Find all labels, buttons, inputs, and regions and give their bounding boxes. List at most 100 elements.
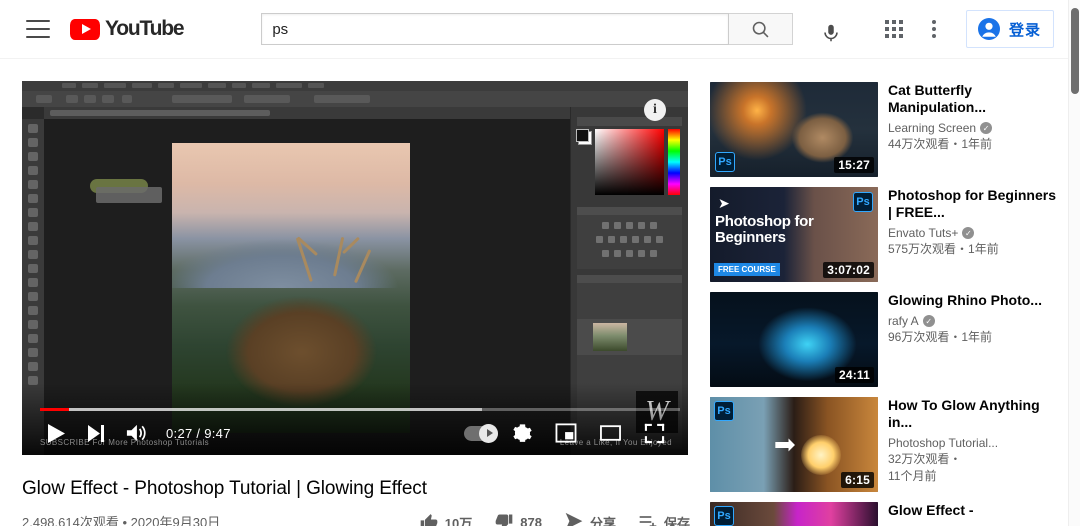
photo-antlers: [301, 166, 396, 282]
ps-color-ramp: [595, 129, 664, 195]
fullscreen-button[interactable]: [634, 413, 674, 453]
save-button[interactable]: 保存: [638, 512, 690, 526]
video-duration: 24:11: [835, 367, 874, 383]
like-count: 10万: [445, 513, 472, 526]
search-icon: [750, 19, 771, 40]
header-right-controls: 登录: [874, 9, 1054, 49]
autoplay-toggle[interactable]: [464, 426, 498, 441]
gear-icon: [512, 423, 533, 444]
ps-color-swatch: [578, 131, 592, 145]
next-icon: [88, 425, 105, 442]
controls-row: 0:27 / 9:47: [22, 411, 688, 455]
thumbs-up-icon: [419, 512, 439, 526]
ps-options-bar: [22, 91, 688, 107]
sign-in-label: 登录: [1009, 19, 1041, 40]
video-duration: 3:07:02: [823, 262, 874, 278]
microphone-icon: [820, 22, 842, 44]
sign-in-button[interactable]: 登录: [966, 10, 1054, 48]
video-title: Glow Effect - Photoshop Tutorial | Glowi…: [22, 478, 690, 500]
video-info: Cat Butterfly Manipulation... Learning S…: [888, 82, 1060, 177]
save-label: 保存: [664, 513, 690, 526]
share-icon: [564, 512, 584, 526]
video-stats: 32万次观看・: [888, 452, 1060, 467]
channel-name: Envato Tuts+: [888, 226, 958, 240]
settings-button[interactable]: [502, 413, 542, 453]
video-action-buttons: 10万 878 分享: [419, 512, 690, 526]
photoshop-badge-icon: Ps: [715, 152, 735, 172]
video-thumbnail[interactable]: ➡ Ps 6:15: [710, 397, 878, 492]
miniplayer-button[interactable]: [546, 413, 586, 453]
theater-mode-button[interactable]: [590, 413, 630, 453]
cursor-icon: ➤: [718, 195, 730, 212]
ps-color-panel: [577, 117, 682, 201]
ps-tooltip: [96, 187, 162, 203]
masthead-header: YouTube: [0, 0, 1068, 59]
video-info: Photoshop for Beginners | FREE... Envato…: [888, 187, 1060, 282]
ps-hue-strip: [668, 129, 680, 195]
ps-menu-bar: [22, 81, 688, 91]
more-options-button[interactable]: [914, 9, 954, 49]
voice-search-button[interactable]: [811, 13, 851, 53]
channel-row[interactable]: Photoshop Tutorial...: [888, 436, 1060, 450]
youtube-logo-text: YouTube: [105, 17, 183, 41]
photoshop-badge-icon: Ps: [714, 401, 734, 421]
video-duration: 15:27: [834, 157, 874, 173]
thumbnail-art: [710, 502, 878, 526]
channel-name: Learning Screen: [888, 121, 976, 135]
video-meta-row: 2,498,614次观看 • 2020年9月30日 10万 878 分享: [22, 512, 690, 526]
video-thumbnail[interactable]: Ps: [710, 502, 878, 526]
video-info-card-icon[interactable]: i: [644, 99, 666, 121]
video-view-count-and-date: 2,498,614次观看 • 2020年9月30日: [22, 512, 220, 526]
vertical-dots-icon: [932, 20, 936, 38]
search-button[interactable]: [729, 13, 793, 45]
youtube-apps-button[interactable]: [874, 9, 914, 49]
youtube-watch-page: YouTube: [0, 0, 1080, 526]
scrollbar-thumb[interactable]: [1071, 8, 1079, 94]
related-video-item[interactable]: ➤ Photoshop for Beginners FREE COURSE Ps…: [710, 187, 1062, 282]
channel-name: rafy A: [888, 314, 919, 328]
search-box[interactable]: [261, 13, 729, 45]
video-stats: 575万次观看・1年前: [888, 242, 1060, 257]
photoshop-badge-icon: Ps: [714, 506, 734, 526]
video-title-text: Glow Effect -: [888, 502, 1060, 519]
play-button[interactable]: [36, 413, 76, 453]
arrow-icon: ➡: [774, 437, 796, 453]
ps-document-tab: [44, 107, 570, 119]
dislike-count: 878: [520, 515, 542, 526]
video-title-text: Glowing Rhino Photo...: [888, 292, 1060, 309]
video-thumbnail[interactable]: Ps 15:27: [710, 82, 878, 177]
volume-icon: [125, 423, 147, 443]
share-label: 分享: [590, 513, 616, 526]
video-title-text: Photoshop for Beginners | FREE...: [888, 187, 1060, 221]
play-icon: [48, 424, 65, 443]
search-input[interactable]: [272, 21, 718, 38]
glow-ball: [801, 435, 841, 475]
video-player[interactable]: W i SUBSCRIBE For More Photoshop Tutoria…: [22, 81, 688, 455]
like-button[interactable]: 10万: [419, 512, 472, 526]
guide-menu-icon[interactable]: [26, 20, 50, 38]
verified-badge-icon: ✓: [962, 227, 974, 239]
youtube-logo[interactable]: YouTube: [70, 17, 183, 41]
channel-row[interactable]: Learning Screen ✓: [888, 121, 1060, 135]
related-video-item[interactable]: ➡ Ps 6:15 How To Glow Anything in... Pho…: [710, 397, 1062, 492]
video-stats-second-line: 11个月前: [888, 469, 1060, 484]
miniplayer-icon: [555, 423, 577, 443]
related-videos-sidebar: Ps 15:27 Cat Butterfly Manipulation... L…: [710, 82, 1062, 526]
search-area: [261, 13, 851, 45]
video-stats: 44万次观看・1年前: [888, 137, 1060, 152]
ps-adjustments-panel: [577, 207, 682, 269]
next-video-button[interactable]: [76, 413, 116, 453]
video-info: How To Glow Anything in... Photoshop Tut…: [888, 397, 1060, 492]
share-button[interactable]: 分享: [564, 512, 616, 526]
related-video-item[interactable]: 24:11 Glowing Rhino Photo... rafy A ✓ 96…: [710, 292, 1062, 387]
related-video-item[interactable]: Ps 15:27 Cat Butterfly Manipulation... L…: [710, 82, 1062, 177]
channel-row[interactable]: Envato Tuts+ ✓: [888, 226, 1060, 240]
page-scrollbar[interactable]: [1068, 0, 1080, 526]
video-thumbnail[interactable]: ➤ Photoshop for Beginners FREE COURSE Ps…: [710, 187, 878, 282]
video-thumbnail[interactable]: 24:11: [710, 292, 878, 387]
volume-button[interactable]: [116, 413, 156, 453]
related-video-item[interactable]: Ps Glow Effect -: [710, 502, 1062, 526]
player-controls: 0:27 / 9:47: [22, 401, 688, 455]
channel-row[interactable]: rafy A ✓: [888, 314, 1060, 328]
dislike-button[interactable]: 878: [494, 512, 542, 526]
